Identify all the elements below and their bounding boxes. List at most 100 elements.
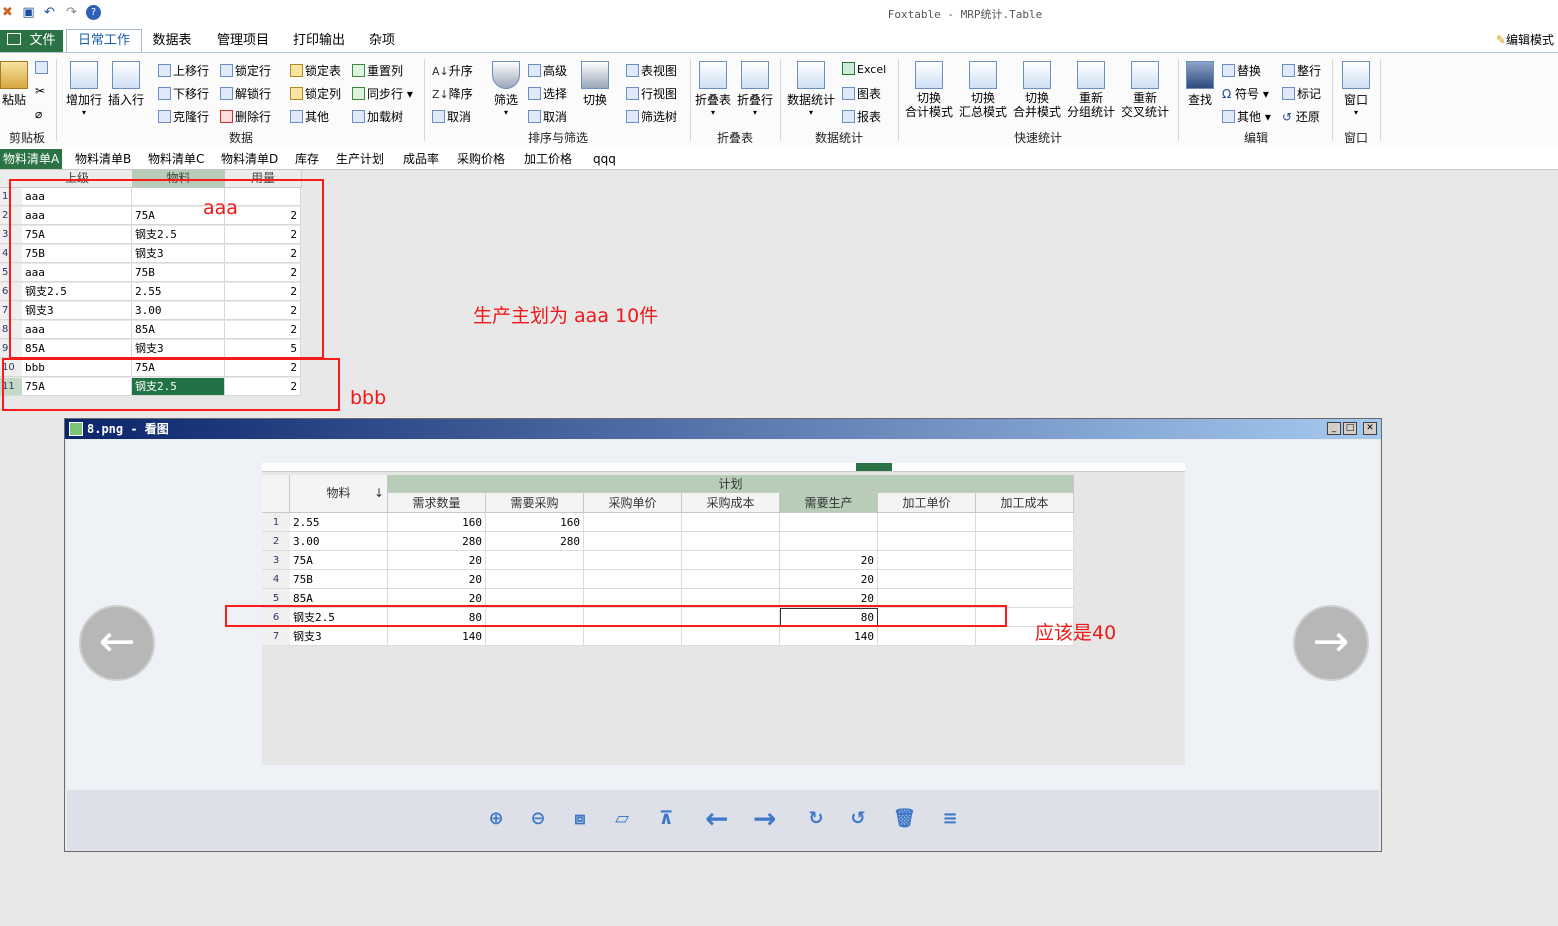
whole-row-button[interactable]: 整行 xyxy=(1282,62,1321,79)
paste-button[interactable]: 粘贴 xyxy=(0,61,28,108)
reset-column-button[interactable]: 重置列 xyxy=(352,62,403,79)
symbol-button[interactable]: Ω 符号 ▾ xyxy=(1222,85,1269,102)
tab-print-output[interactable]: 打印输出 xyxy=(286,30,352,52)
sheet-tab[interactable]: 采购价格 xyxy=(454,149,508,169)
inner-cell-value xyxy=(976,513,1074,532)
filter-tree-button[interactable]: 筛选树 xyxy=(626,108,677,125)
tab-manage-project[interactable]: 管理项目 xyxy=(210,30,276,52)
tab-data-table[interactable]: 数据表 xyxy=(146,30,198,52)
window-button[interactable]: 窗口 ▾ xyxy=(1340,61,1372,117)
filter-button[interactable]: 筛选 ▾ xyxy=(490,61,522,117)
minimize-button[interactable]: _ xyxy=(1327,422,1341,435)
sheet-tab[interactable]: 物料清单C xyxy=(145,149,207,169)
rotate-cw-icon[interactable]: ↻ xyxy=(805,808,827,830)
regroup-stats-button[interactable]: 重新 分组统计 xyxy=(1066,61,1116,119)
toggle-summary-mode-button[interactable]: 切换 汇总模式 xyxy=(958,61,1008,119)
maximize-button[interactable]: □ xyxy=(1343,422,1357,435)
annotation-plan-note: 生产主划为 aaa 10件 xyxy=(473,305,659,327)
lock-row-button[interactable]: 锁定行 xyxy=(220,62,271,79)
fold-table-button[interactable]: 折叠表 ▾ xyxy=(694,61,732,117)
fold-row-button[interactable]: 折叠行 ▾ xyxy=(736,61,774,117)
cut-icon[interactable]: ✂ xyxy=(35,84,45,98)
inner-row-number: 4 xyxy=(262,570,290,589)
sheet-tab[interactable]: 加工价格 xyxy=(521,149,575,169)
viewer-toolbar: ⊕ ⊖ ⧈ ▱ ⊼ ← → ↻ ↺ 🗑 ≡ xyxy=(67,790,1379,851)
divider xyxy=(1380,59,1381,141)
move-down-button[interactable]: 下移行 xyxy=(158,85,209,102)
tab-daily-work[interactable]: 日常工作 xyxy=(66,29,142,53)
toggle-filter-button[interactable]: 切换 xyxy=(579,61,611,108)
tab-misc[interactable]: 杂项 xyxy=(362,30,402,52)
slideshow-icon[interactable]: ⊼ xyxy=(655,808,677,830)
q5-line1: 重新 xyxy=(1132,91,1157,105)
sheet-tab[interactable]: 生产计划 xyxy=(333,149,387,169)
zoom-in-icon[interactable]: ⊕ xyxy=(485,808,507,830)
clone-row-label: 克隆行 xyxy=(173,110,210,124)
next-icon[interactable]: → xyxy=(753,805,776,833)
sheet-tab[interactable]: 物料清单B xyxy=(72,149,134,169)
advanced-filter-button[interactable]: 高级 xyxy=(528,62,567,79)
q3-line1: 切换 xyxy=(1024,91,1049,105)
report-button[interactable]: 报表 xyxy=(842,108,881,125)
chart-button[interactable]: 图表 xyxy=(842,85,881,102)
sheet-tab[interactable]: 库存 xyxy=(292,149,322,169)
sheet-tab[interactable]: 物料清单A xyxy=(0,149,63,169)
prev-icon[interactable]: ← xyxy=(705,805,728,833)
sort-asc-button[interactable]: A↓升序 xyxy=(432,62,473,79)
tab-file[interactable]: 文件 xyxy=(0,30,63,52)
toggle-merge-mode-button[interactable]: 切换 合并模式 xyxy=(1012,61,1062,119)
table-view-button[interactable]: 表视图 xyxy=(626,62,677,79)
cancel-filter-button[interactable]: 取消 xyxy=(528,108,567,125)
sort-desc-button[interactable]: Z↓降序 xyxy=(432,85,473,102)
menu-icon[interactable]: ≡ xyxy=(939,808,961,830)
row-view-button[interactable]: 行视图 xyxy=(626,85,677,102)
sheet-tab[interactable]: 物料清单D xyxy=(218,149,281,169)
recross-stats-button[interactable]: 重新 交叉统计 xyxy=(1120,61,1170,119)
viewer-title-bar: 8.png - 看图 _ □ ✕ xyxy=(65,419,1381,439)
fit-icon[interactable]: ⧈ xyxy=(569,808,591,830)
toggle-total-mode-button[interactable]: 切换 合计模式 xyxy=(904,61,954,119)
replace-button[interactable]: 替换 xyxy=(1222,62,1261,79)
other-edit-button[interactable]: 其他 ▾ xyxy=(1222,108,1271,125)
sheet-tab[interactable]: qqq xyxy=(590,149,619,169)
unlock-row-button[interactable]: 解锁行 xyxy=(220,85,271,102)
sheet-tab[interactable]: 成品率 xyxy=(400,149,442,169)
close-button[interactable]: ✕ xyxy=(1363,422,1377,435)
cancel-sort-button[interactable]: 取消 xyxy=(432,108,471,125)
inner-cell-value xyxy=(682,551,780,570)
prev-image-button[interactable]: ← xyxy=(79,605,155,681)
data-stats-button[interactable]: 数据统计 ▾ xyxy=(786,61,836,117)
open-folder-icon[interactable]: ▱ xyxy=(611,808,633,830)
inner-corner-header xyxy=(262,475,290,513)
delete-icon[interactable]: 🗑 xyxy=(893,808,916,830)
rotate-ccw-icon[interactable]: ↺ xyxy=(847,808,869,830)
find-button[interactable]: 查找 xyxy=(1184,61,1216,108)
format-painter-icon[interactable]: ⌀ xyxy=(35,107,42,121)
inner-column-header: 需要生产 xyxy=(780,493,878,513)
annotation-label-bbb: bbb xyxy=(350,387,387,409)
move-up-button[interactable]: 上移行 xyxy=(158,62,209,79)
edit-mode-button[interactable]: ✎编辑模式 xyxy=(1496,31,1554,48)
mark-button[interactable]: 标记 xyxy=(1282,85,1321,102)
copy-icon[interactable] xyxy=(35,61,50,75)
annotation-should-be: 应该是40 xyxy=(1035,622,1117,644)
insert-row-button[interactable]: 插入行 xyxy=(106,61,146,108)
lock-table-button[interactable]: 锁定表 xyxy=(290,62,341,79)
excel-button[interactable]: Excel xyxy=(842,62,886,76)
lock-row-label: 锁定行 xyxy=(235,64,272,78)
inner-cell-value: 160 xyxy=(486,513,584,532)
delete-row-button[interactable]: 删除行 xyxy=(220,108,271,125)
clone-row-button[interactable]: 克隆行 xyxy=(158,108,209,125)
zoom-out-icon[interactable]: ⊖ xyxy=(527,808,549,830)
select-filter-button[interactable]: 选择 xyxy=(528,85,567,102)
data-stats-icon xyxy=(797,61,825,89)
lock-column-button[interactable]: 锁定列 xyxy=(290,85,341,102)
group-label-edit: 编辑 xyxy=(1243,131,1268,145)
restore-button[interactable]: ↺ 还原 xyxy=(1282,108,1320,125)
sync-row-button[interactable]: 同步行 ▾ xyxy=(352,85,413,102)
add-row-button[interactable]: 增加行 ▾ xyxy=(64,61,104,117)
fold-row-icon xyxy=(741,61,769,89)
load-tree-button[interactable]: 加载树 xyxy=(352,108,403,125)
other-button[interactable]: 其他 xyxy=(290,108,329,125)
next-image-button[interactable]: → xyxy=(1293,605,1369,681)
